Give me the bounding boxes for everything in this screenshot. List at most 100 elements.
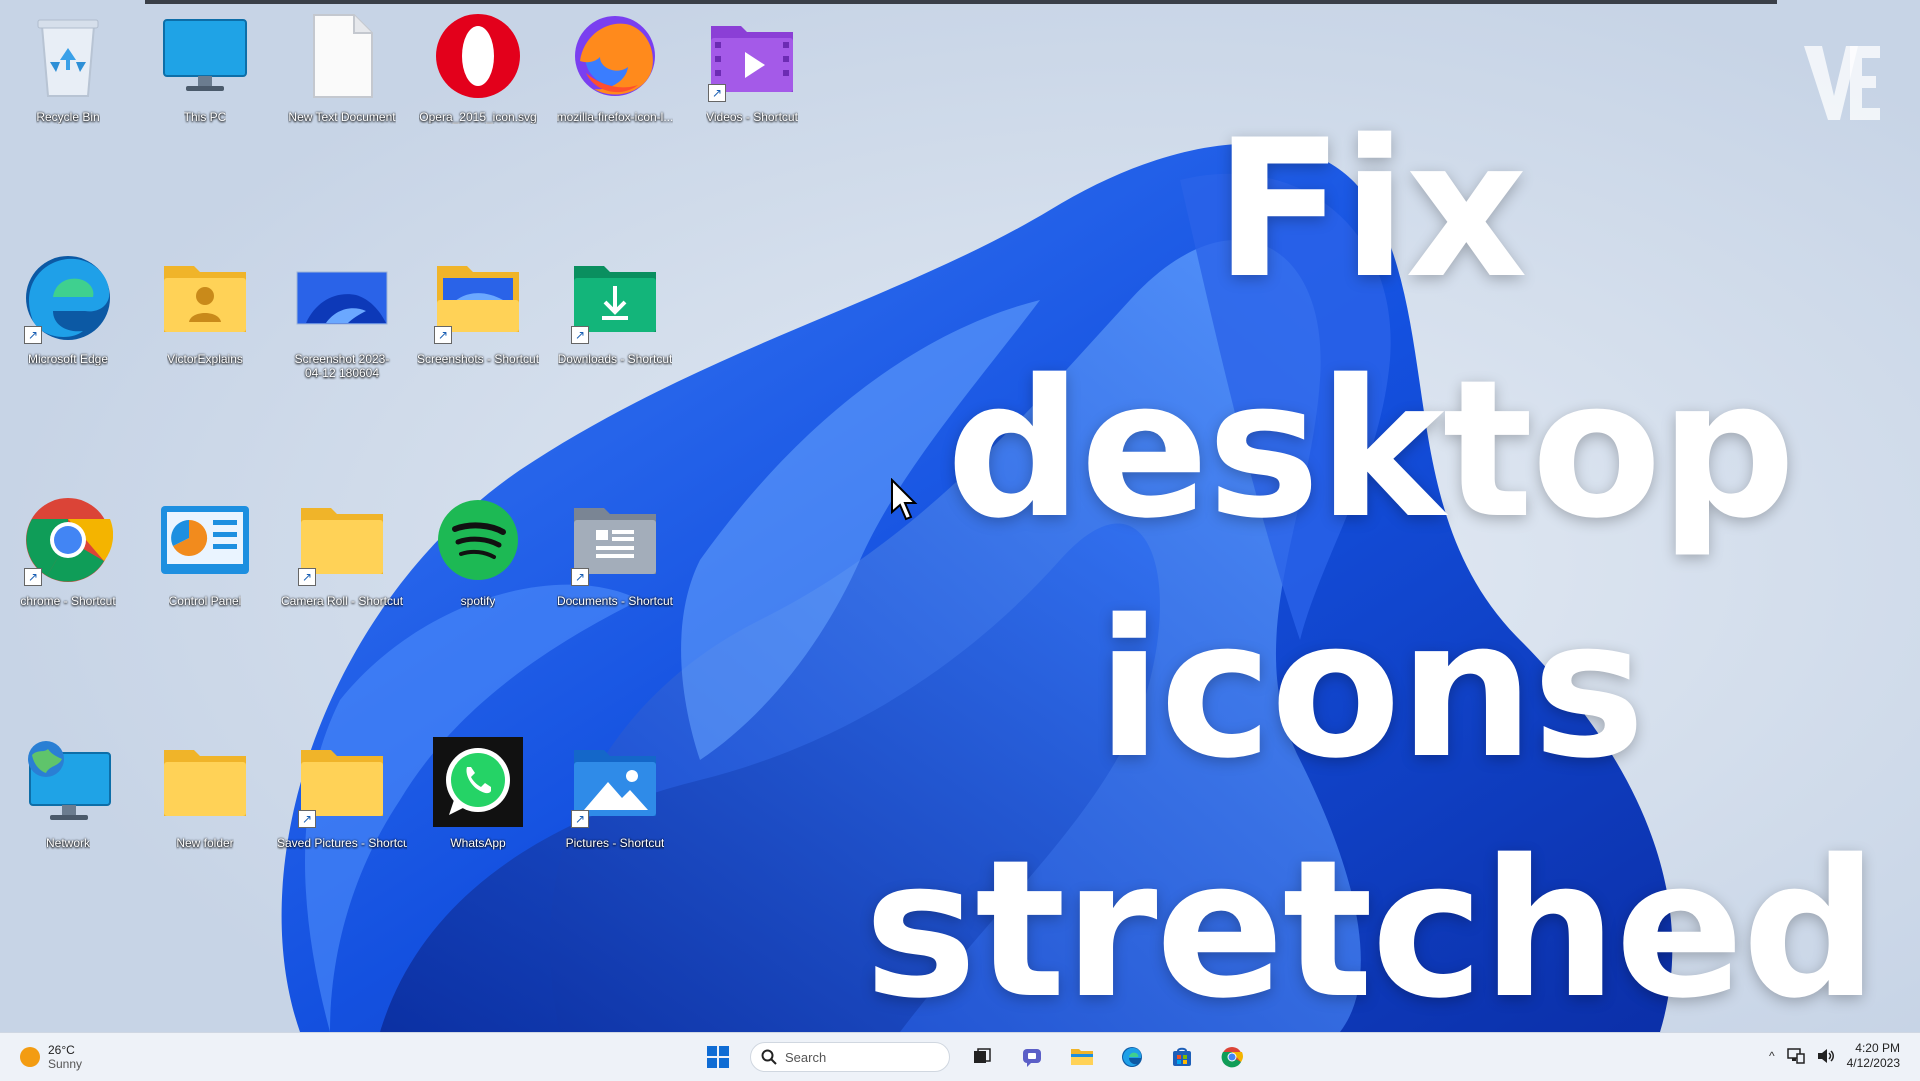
desktop-icon-label: This PC — [183, 110, 227, 124]
folder-icon: ↗ — [294, 734, 390, 830]
shortcut-arrow-icon: ↗ — [571, 810, 589, 828]
weather-widget[interactable]: 26°C Sunny — [20, 1043, 82, 1071]
desktop-icon-firefox[interactable]: mozilla-firefox-icon-l... — [555, 8, 675, 138]
desktop-icon-network[interactable]: Network — [8, 734, 128, 864]
monitor-icon — [157, 8, 253, 104]
windows-logo-icon — [707, 1046, 729, 1068]
overlay-line-4: stretched — [863, 819, 1878, 1040]
desktop-icon-chrome-shortcut[interactable]: ↗ chrome - Shortcut — [8, 492, 128, 622]
desktop-icon-videos-shortcut[interactable]: ↗ Videos - Shortcut — [692, 8, 812, 138]
desktop-icon-label: Screenshots - Shortcut — [416, 352, 540, 366]
overlay-line-3: icons — [1096, 579, 1646, 800]
screenshots-folder-icon: ↗ — [430, 250, 526, 346]
chevron-up-icon[interactable]: ^ — [1769, 1049, 1775, 1063]
video-overlay-title: Fix desktop icons stretched — [860, 90, 1880, 1050]
desktop-icon-screenshots-shortcut[interactable]: ↗ Screenshots - Shortcut — [416, 250, 540, 380]
desktop-icon-camera-roll-shortcut[interactable]: ↗ Camera Roll - Shortcut — [280, 492, 404, 622]
weather-condition: Sunny — [48, 1057, 83, 1071]
file-explorer-icon — [1071, 1049, 1093, 1065]
network-status-icon[interactable] — [1786, 1048, 1805, 1064]
edge-taskbar-button[interactable] — [1114, 1039, 1150, 1075]
desktop-icon-label: mozilla-firefox-icon-l... — [556, 110, 674, 124]
desktop-icon-documents-shortcut[interactable]: ↗ Documents - Shortcut — [555, 492, 675, 622]
desktop-icon-label: VictorExplains — [167, 352, 243, 366]
clock[interactable]: 4:20 PM 4/12/2023 — [1847, 1041, 1900, 1071]
desktop-icon-screenshot[interactable]: Screenshot 2023-04-12 180604 — [282, 250, 402, 380]
text-document-icon — [294, 8, 390, 104]
desktop-icon-new-text-document[interactable]: New Text Document — [282, 8, 402, 138]
shortcut-arrow-icon: ↗ — [24, 326, 42, 344]
desktop-icon-label: Control Panel — [168, 594, 242, 608]
opera-icon — [430, 8, 526, 104]
desktop-icon-downloads-shortcut[interactable]: ↗ Downloads - Shortcut — [555, 250, 675, 380]
pictures-folder-icon: ↗ — [567, 734, 663, 830]
taskbar-center: Search — [700, 1039, 1250, 1075]
shortcut-arrow-icon: ↗ — [298, 810, 316, 828]
videos-folder-icon: ↗ — [704, 8, 800, 104]
desktop-icon-label: WhatsApp — [450, 836, 506, 850]
chrome-icon: ↗ — [20, 492, 116, 588]
spotify-icon — [430, 492, 526, 588]
desktop-icon-opera[interactable]: Opera_2015_icon.svg — [418, 8, 538, 138]
chat-icon — [1023, 1049, 1041, 1067]
desktop-icon-victorexplains[interactable]: VictorExplains — [145, 250, 265, 380]
desktop-icon-whatsapp[interactable]: WhatsApp — [418, 734, 538, 864]
desktop-icon-label: Opera_2015_icon.svg — [419, 110, 537, 124]
desktop-icon-label: New folder — [176, 836, 234, 850]
desktop-icon-label: Recycle Bin — [36, 110, 100, 124]
taskbar-search[interactable]: Search — [750, 1042, 950, 1072]
desktop-icon-pictures-shortcut[interactable]: ↗ Pictures - Shortcut — [555, 734, 675, 864]
channel-logo — [1804, 46, 1880, 120]
start-button[interactable] — [700, 1039, 736, 1075]
desktop-icon-recycle-bin[interactable]: Recycle Bin — [8, 8, 128, 138]
chat-button[interactable] — [1014, 1039, 1050, 1075]
chrome-taskbar-button[interactable] — [1214, 1039, 1250, 1075]
sun-icon — [20, 1047, 40, 1067]
store-icon — [1173, 1047, 1191, 1066]
whatsapp-icon — [430, 734, 526, 830]
desktop-icon-new-folder[interactable]: New folder — [145, 734, 265, 864]
mouse-cursor-icon — [891, 478, 918, 521]
folder-icon: ↗ — [294, 492, 390, 588]
file-explorer-button[interactable] — [1064, 1039, 1100, 1075]
search-icon — [761, 1049, 777, 1065]
recycle-bin-icon — [20, 8, 116, 104]
desktop-icon-saved-pictures-shortcut[interactable]: ↗ Saved Pictures - Shortcut — [277, 734, 407, 864]
volume-icon[interactable] — [1817, 1048, 1835, 1064]
chrome-icon — [1221, 1047, 1243, 1068]
desktop-icon-label: Network — [45, 836, 90, 850]
image-thumbnail-icon — [294, 250, 390, 346]
firefox-icon — [567, 8, 663, 104]
desktop-icon-label: Videos - Shortcut — [706, 110, 798, 124]
clock-date: 4/12/2023 — [1846, 1056, 1900, 1070]
shortcut-arrow-icon: ↗ — [571, 568, 589, 586]
desktop-icon-label: Camera Roll - Shortcut — [280, 594, 404, 608]
desktop-icon-microsoft-edge[interactable]: ↗ Microsoft Edge — [8, 250, 128, 380]
shortcut-arrow-icon: ↗ — [298, 568, 316, 586]
taskbar: 26°C Sunny Search ^ 4:20 PM 4/12/2023 — [0, 1032, 1920, 1081]
search-placeholder: Search — [785, 1049, 827, 1065]
overlay-line-2: desktop — [946, 339, 1796, 560]
downloads-folder-icon: ↗ — [567, 250, 663, 346]
task-view-icon — [974, 1048, 991, 1063]
documents-folder-icon: ↗ — [567, 492, 663, 588]
desktop-icon-control-panel[interactable]: Control Panel — [145, 492, 265, 622]
desktop-icon-label: chrome - Shortcut — [20, 594, 116, 608]
desktop-icon-spotify[interactable]: spotify — [418, 492, 538, 622]
desktop-icon-label: Microsoft Edge — [27, 352, 109, 366]
control-panel-icon — [157, 492, 253, 588]
task-view-button[interactable] — [964, 1039, 1000, 1075]
shortcut-arrow-icon: ↗ — [708, 84, 726, 102]
desktop-icon-this-pc[interactable]: This PC — [145, 8, 265, 138]
overlay-line-1: Fix — [1214, 99, 1527, 320]
shortcut-arrow-icon: ↗ — [571, 326, 589, 344]
store-button[interactable] — [1164, 1039, 1200, 1075]
desktop-icon-label: Screenshot 2023-04-12 180604 — [294, 352, 390, 380]
weather-temperature: 26°C — [48, 1043, 75, 1057]
desktop-icon-label: Pictures - Shortcut — [565, 836, 665, 850]
desktop-icon-label: New Text Document — [288, 110, 396, 124]
desktop-icon-label: Saved Pictures - Shortcut — [277, 836, 407, 850]
folder-icon — [157, 734, 253, 830]
system-tray: ^ 4:20 PM 4/12/2023 — [1769, 1041, 1900, 1071]
desktop-icon-label: spotify — [460, 594, 496, 608]
